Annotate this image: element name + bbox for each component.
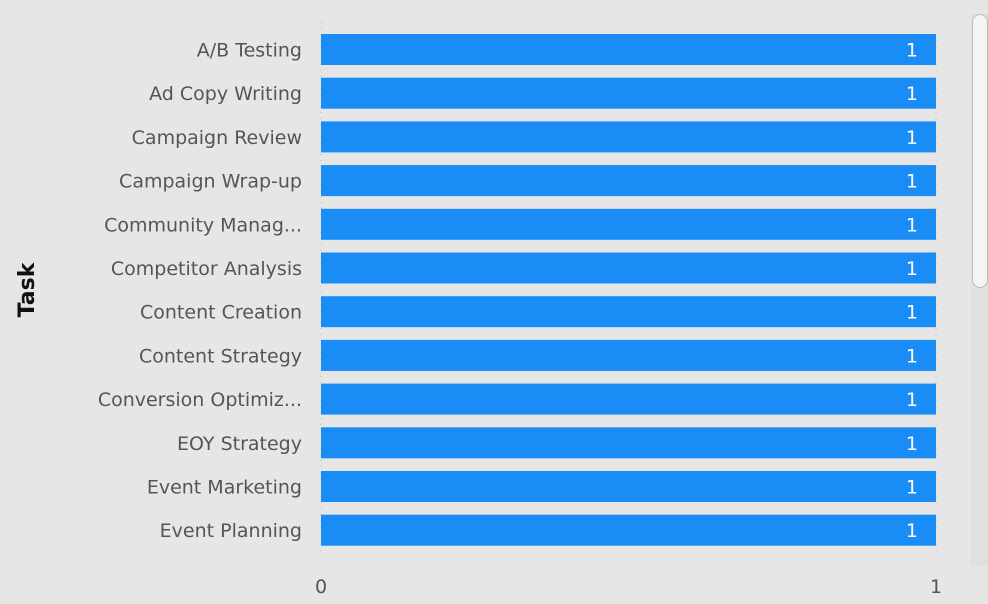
category-label: Campaign Review — [132, 127, 302, 149]
chart-container: A/B Testing Ad Copy Writing Campaign Revie… — [0, 0, 988, 600]
data-labels: 1 1 1 1 1 1 1 1 1 1 1 1 — [906, 40, 918, 543]
x-axis-ticks: 01 — [315, 576, 942, 598]
bar-chart: A/B Testing Ad Copy Writing Campaign Revie… — [15, 22, 942, 598]
bar[interactable] — [321, 165, 936, 197]
category-label: Event Planning — [160, 520, 302, 542]
bar[interactable] — [321, 427, 936, 459]
category-label: EOY Strategy — [177, 433, 302, 455]
scrollbar-thumb[interactable] — [972, 14, 988, 288]
bar-value-label: 1 — [906, 83, 918, 105]
bar-value-label: 1 — [906, 40, 918, 62]
category-label: Community Manag... — [104, 214, 302, 236]
y-axis-title: Task — [15, 261, 40, 317]
category-label: Ad Copy Writing — [149, 83, 302, 105]
bars-layer — [321, 34, 936, 546]
bar[interactable] — [321, 471, 936, 502]
bar[interactable] — [321, 383, 936, 415]
bar[interactable] — [321, 252, 936, 284]
bar-value-label: 1 — [906, 258, 918, 280]
bar[interactable] — [321, 34, 936, 65]
bar-value-label: 1 — [906, 433, 918, 455]
bar-value-label: 1 — [906, 302, 918, 324]
category-label: Campaign Wrap-up — [119, 171, 302, 193]
category-label: Event Marketing — [147, 477, 302, 499]
bar-value-label: 1 — [906, 171, 918, 193]
bar[interactable] — [321, 77, 936, 109]
bar-value-label: 1 — [906, 389, 918, 411]
category-labels: A/B Testing Ad Copy Writing Campaign Revie… — [98, 40, 302, 543]
bar[interactable] — [321, 296, 936, 328]
bar[interactable] — [321, 339, 936, 371]
bar-value-label: 1 — [906, 214, 918, 236]
bar-value-label: 1 — [906, 477, 918, 499]
category-label: Content Creation — [140, 302, 302, 324]
bar[interactable] — [321, 514, 936, 546]
bar-value-label: 1 — [906, 345, 918, 367]
category-label: A/B Testing — [197, 40, 302, 62]
bar[interactable] — [321, 121, 936, 153]
x-tick-label: 1 — [930, 576, 942, 598]
category-label: Content Strategy — [139, 345, 302, 367]
x-tick-label: 0 — [315, 576, 327, 598]
bar[interactable] — [321, 208, 936, 240]
category-label: Conversion Optimiz... — [98, 389, 302, 411]
category-label: Competitor Analysis — [111, 258, 302, 280]
bar-value-label: 1 — [906, 520, 918, 542]
bar-value-label: 1 — [906, 127, 918, 149]
